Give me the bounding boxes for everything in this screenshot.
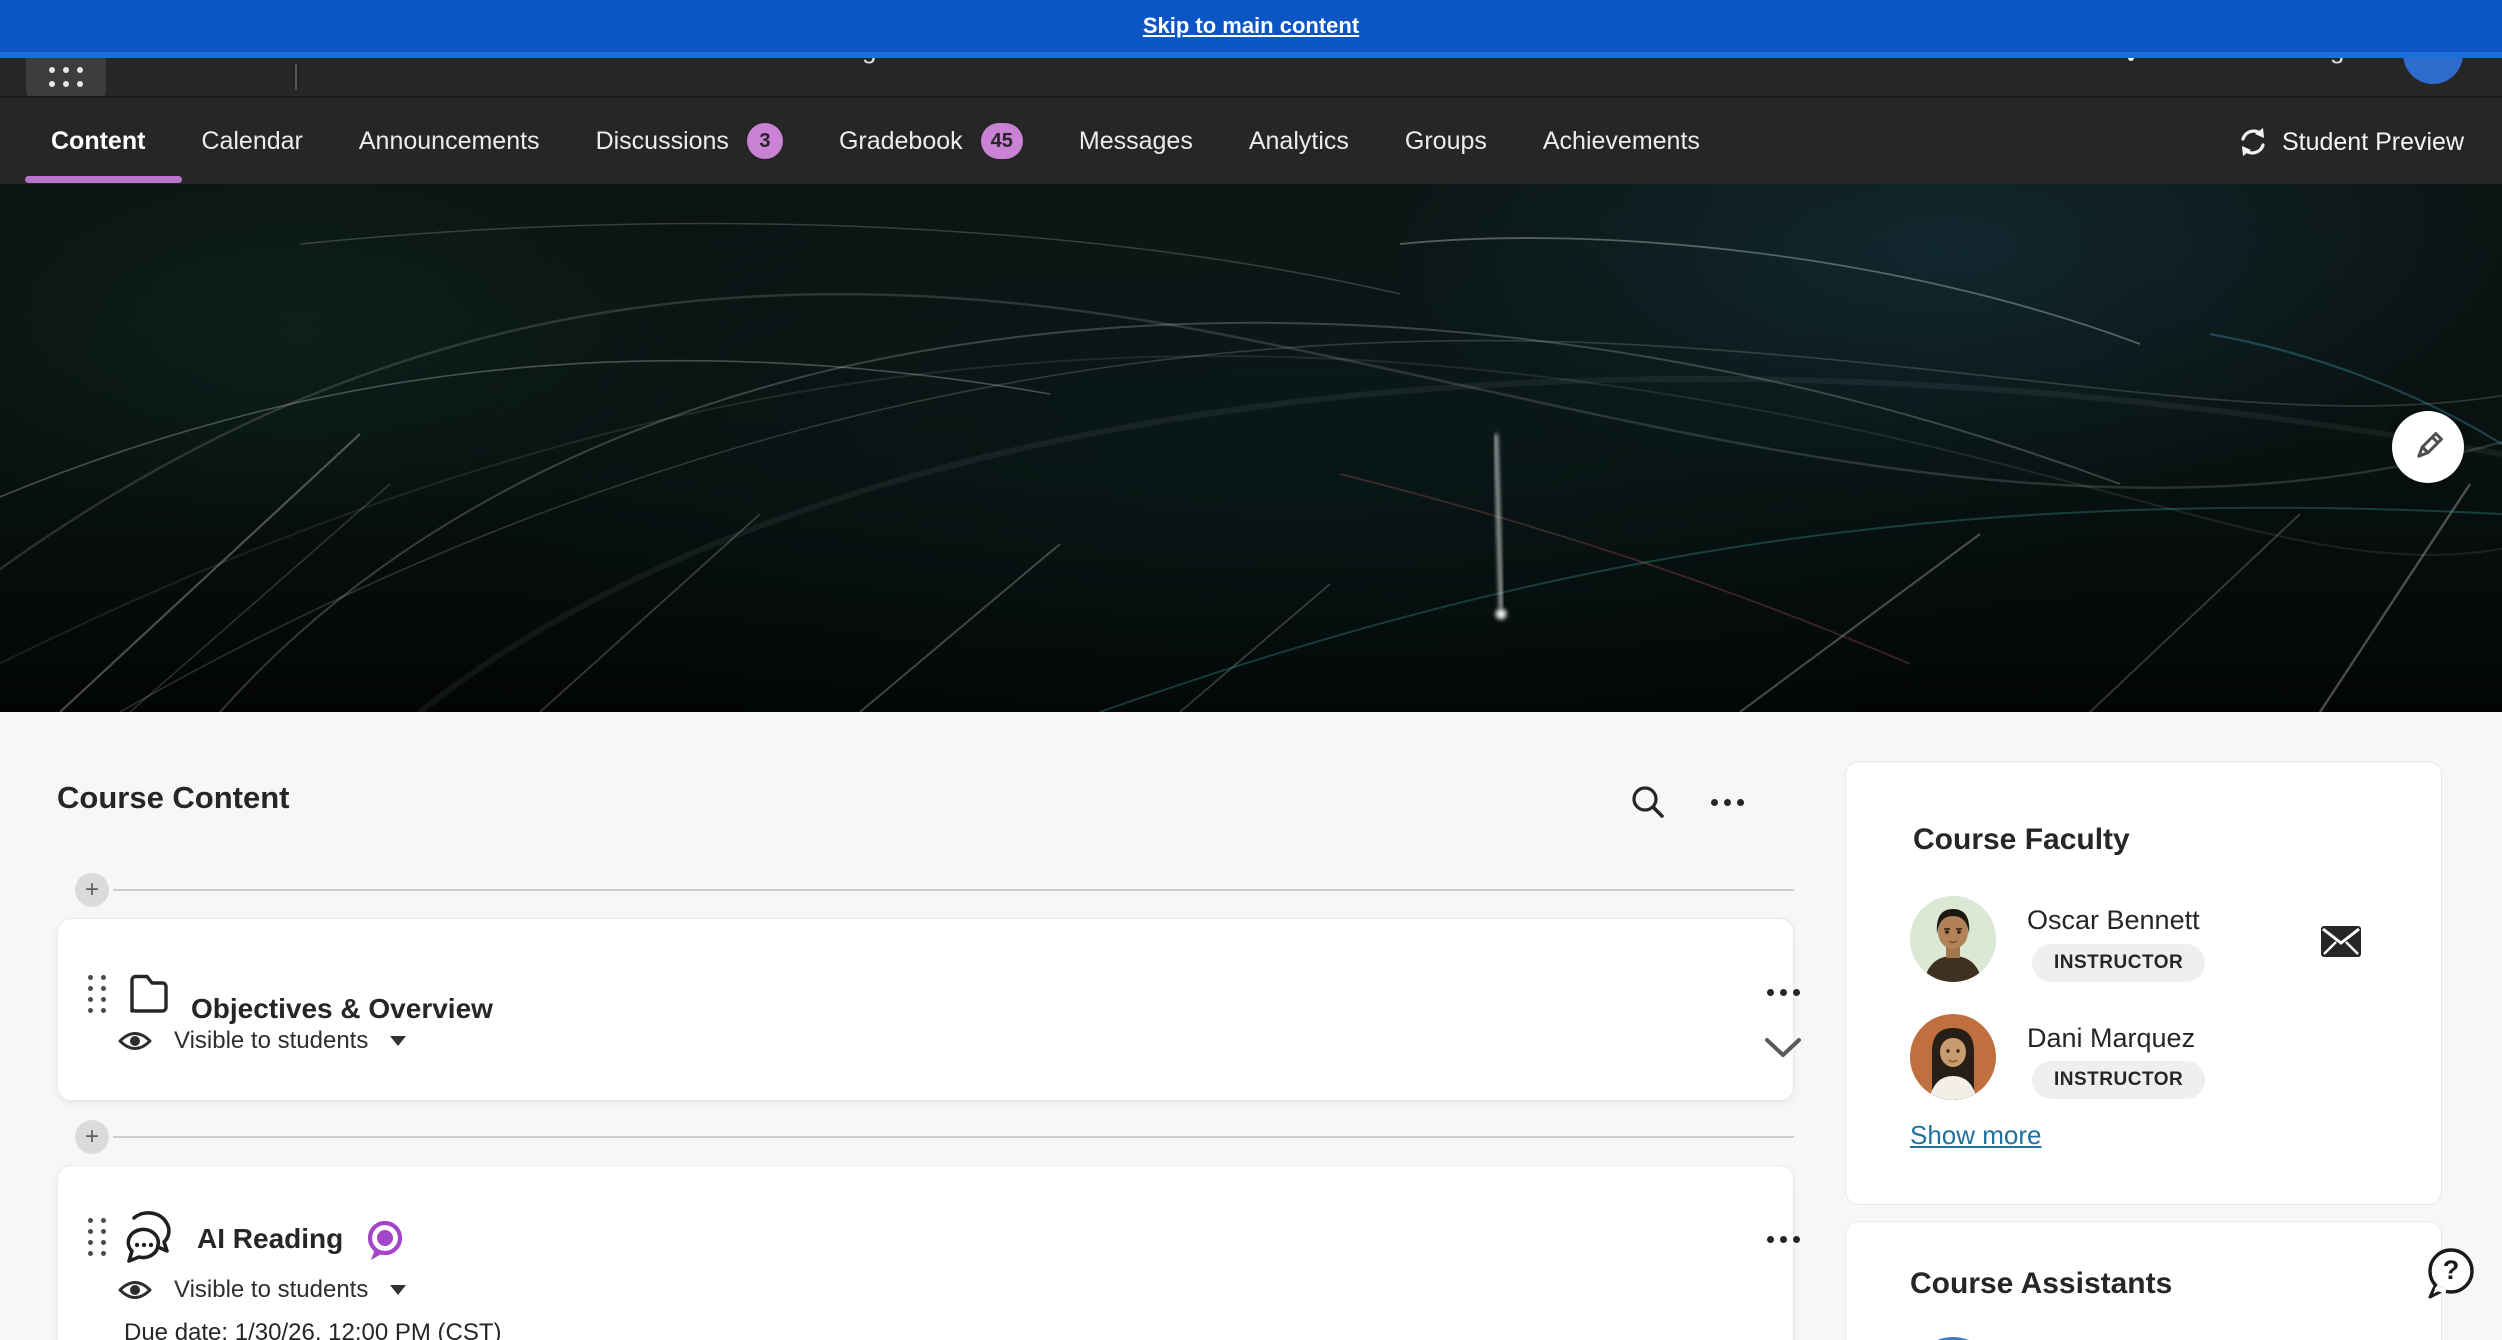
faculty-name[interactable]: Oscar Bennett: [2027, 905, 2200, 936]
faculty-role-badge: INSTRUCTOR: [2032, 1061, 2205, 1099]
grid-dots-icon: [49, 67, 83, 87]
tab-content[interactable]: Content: [51, 127, 145, 156]
course-content-heading: Course Content: [57, 780, 290, 816]
search-content-button[interactable]: [1626, 782, 1670, 822]
caret-down-icon: [390, 1036, 406, 1046]
course-faculty-heading: Course Faculty: [1913, 823, 2130, 857]
discussion-icon: [120, 1208, 180, 1266]
course-assistants-heading: Course Assistants: [1910, 1267, 2172, 1301]
eye-icon: [118, 1274, 152, 1306]
tab-analytics[interactable]: Analytics: [1249, 127, 1349, 156]
help-icon: ?: [2422, 1245, 2478, 1301]
visibility-dropdown[interactable]: Visible to students: [118, 1274, 406, 1306]
course-banner: daniel002 Foundations of Artificial Inte…: [0, 184, 2502, 712]
add-content-button[interactable]: +: [75, 873, 109, 907]
tab-groups[interactable]: Groups: [1405, 127, 1487, 156]
content-item-ai-reading: AI Reading Visible to students Due date:…: [57, 1165, 1794, 1340]
avatar: [1910, 1014, 1996, 1100]
course-faculty-card: Course Faculty Oscar Bennett INSTRUCTOR: [1845, 761, 2442, 1205]
visibility-dropdown[interactable]: Visible to students: [118, 1025, 406, 1057]
content-item-objectives-overview: Objectives & Overview Visible to student…: [57, 918, 1794, 1101]
kebab-icon: [1767, 989, 1800, 996]
faculty-role-badge: INSTRUCTOR: [2032, 944, 2205, 982]
help-button[interactable]: ?: [2422, 1245, 2478, 1301]
student-preview-label: Student Preview: [2282, 128, 2464, 157]
item-menu-button[interactable]: [1758, 977, 1808, 1007]
svg-text:?: ?: [2443, 1255, 2460, 1285]
due-date-text: Due date: 1/30/26, 12:00 PM (CST): [124, 1319, 502, 1340]
kebab-icon: [1711, 799, 1744, 806]
add-content-divider: +: [75, 873, 1794, 907]
tab-announcements[interactable]: Announcements: [359, 127, 540, 156]
drag-handle[interactable]: [88, 975, 106, 1013]
content-item-title[interactable]: Objectives & Overview: [191, 993, 493, 1025]
tab-gradebook[interactable]: Gradebook 45: [839, 123, 1023, 159]
gradebook-count-badge: 45: [981, 123, 1023, 159]
add-content-button[interactable]: +: [75, 1120, 109, 1154]
expand-folder-button[interactable]: [1756, 1031, 1810, 1065]
course-assistants-card: Course Assistants: [1845, 1221, 2442, 1340]
banner-light-trails: [0, 184, 2502, 712]
tab-calendar[interactable]: Calendar: [201, 127, 302, 156]
course-nav: Content Calendar Announcements Discussio…: [0, 96, 2502, 184]
faculty-name[interactable]: Dani Marquez: [2027, 1023, 2195, 1054]
course-page: g g Skip to main content Content Calenda…: [0, 0, 2502, 1340]
skip-banner: Skip to main content: [0, 0, 2502, 52]
drag-handle[interactable]: [88, 1218, 106, 1256]
edit-banner-button[interactable]: [2392, 411, 2464, 483]
kebab-icon: [1767, 1236, 1800, 1243]
search-icon: [1630, 784, 1666, 820]
divider-line: [113, 1136, 1794, 1138]
tab-messages[interactable]: Messages: [1079, 127, 1193, 156]
tab-achievements[interactable]: Achievements: [1543, 127, 1700, 156]
discussions-count-badge: 3: [747, 123, 783, 159]
mail-icon: [2320, 925, 2362, 958]
skip-to-main-content-link[interactable]: Skip to main content: [1143, 13, 1359, 39]
caret-down-icon: [390, 1285, 406, 1295]
visibility-label: Visible to students: [174, 1276, 368, 1304]
student-preview-refresh-icon: [2237, 126, 2269, 158]
eye-icon: [118, 1025, 152, 1057]
active-tab-indicator: [25, 176, 182, 183]
avatar: [1910, 896, 1996, 982]
item-menu-button[interactable]: [1758, 1224, 1808, 1254]
add-content-divider: +: [75, 1120, 1794, 1154]
discussion-type-badge-icon: [363, 1218, 407, 1264]
course-content-menu-button[interactable]: [1702, 786, 1752, 818]
student-preview-button[interactable]: Student Preview: [2237, 98, 2464, 186]
header-divider: [295, 64, 297, 90]
divider-line: [113, 889, 1794, 891]
show-more-link[interactable]: Show more: [1910, 1120, 2042, 1151]
chevron-down-icon: [1764, 1037, 1802, 1059]
visibility-label: Visible to students: [174, 1027, 368, 1055]
content-item-title[interactable]: AI Reading: [197, 1223, 343, 1255]
skip-banner-edge: [0, 52, 2502, 58]
tab-discussions[interactable]: Discussions 3: [596, 123, 783, 159]
email-faculty-button[interactable]: [2317, 920, 2365, 962]
pencil-icon: [2409, 428, 2447, 466]
folder-icon: [126, 971, 172, 1015]
